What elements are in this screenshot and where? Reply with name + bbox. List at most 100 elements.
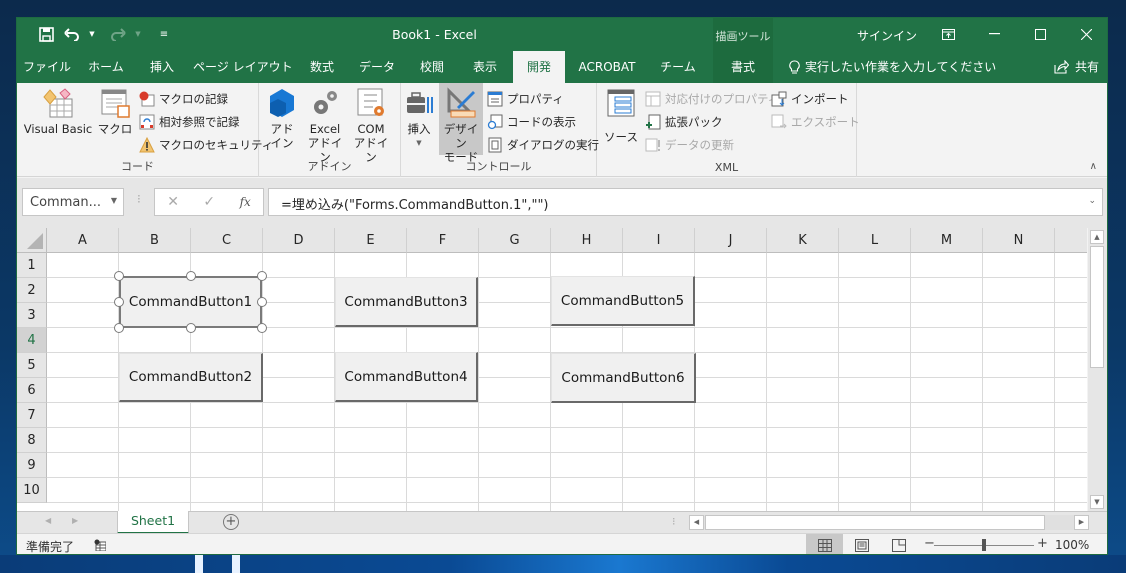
- xml-source-button[interactable]: ソース: [603, 87, 639, 144]
- com-addins-button[interactable]: COM アドイン: [349, 87, 393, 164]
- row-header-2[interactable]: 2: [17, 278, 47, 303]
- tab-insert[interactable]: 挿入: [141, 51, 183, 83]
- share-button[interactable]: 共有: [1054, 51, 1099, 83]
- scroll-up-icon[interactable]: ▲: [1090, 230, 1104, 244]
- name-box[interactable]: Comman... ▼: [22, 188, 124, 216]
- column-header-b[interactable]: B: [119, 228, 191, 253]
- expand-formula-bar-icon[interactable]: ⌄: [1088, 196, 1096, 206]
- horizontal-scrollbar[interactable]: ◀ ▶: [689, 515, 1089, 530]
- resize-handle[interactable]: [114, 297, 124, 307]
- name-box-dropdown-icon[interactable]: ▼: [111, 196, 117, 205]
- row-header-10[interactable]: 10: [17, 478, 47, 503]
- minimize-button[interactable]: [971, 21, 1017, 47]
- column-header-e[interactable]: E: [335, 228, 407, 253]
- resize-handle[interactable]: [185, 271, 196, 281]
- column-header-l[interactable]: L: [839, 228, 911, 253]
- macro-recording-icon[interactable]: [94, 539, 106, 551]
- sheet-tab-sheet1[interactable]: Sheet1: [117, 511, 189, 534]
- resize-handle[interactable]: [114, 323, 124, 333]
- tab-home[interactable]: ホーム: [81, 51, 131, 83]
- zoom-in-button[interactable]: +: [1037, 536, 1048, 551]
- tab-team[interactable]: チーム: [651, 51, 705, 83]
- zoom-level[interactable]: 100%: [1055, 538, 1089, 552]
- vertical-scroll-thumb[interactable]: [1090, 246, 1104, 368]
- close-button[interactable]: [1063, 21, 1107, 47]
- tab-splitter[interactable]: ⁝: [672, 515, 676, 528]
- tell-me-box[interactable]: 実行したい作業を入力してください: [789, 51, 996, 83]
- column-header-c[interactable]: C: [191, 228, 263, 253]
- visual-basic-button[interactable]: Visual Basic: [23, 87, 93, 136]
- row-header-4[interactable]: 4: [17, 328, 47, 353]
- expansion-packs-button[interactable]: 拡張パック: [645, 112, 723, 132]
- tab-format[interactable]: 書式: [713, 51, 773, 83]
- column-header-m[interactable]: M: [911, 228, 983, 253]
- tab-review[interactable]: 校閲: [411, 51, 453, 83]
- command-button-5[interactable]: CommandButton5: [551, 276, 695, 326]
- zoom-slider-thumb[interactable]: [982, 539, 986, 551]
- row-header-6[interactable]: 6: [17, 378, 47, 403]
- tab-view[interactable]: 表示: [463, 51, 507, 83]
- record-macro-button[interactable]: マクロの記録: [139, 89, 228, 109]
- macro-security-button[interactable]: マクロのセキュリティ: [139, 135, 273, 155]
- vertical-scrollbar[interactable]: ▲ ▼: [1088, 228, 1107, 511]
- resize-handle[interactable]: [185, 323, 196, 333]
- confirm-entry-icon[interactable]: ✓: [203, 194, 215, 210]
- select-all-button[interactable]: [17, 228, 47, 253]
- tab-file[interactable]: ファイル: [23, 51, 71, 83]
- normal-view-button[interactable]: [806, 534, 843, 554]
- cancel-entry-icon[interactable]: ✕: [167, 194, 179, 210]
- tab-data[interactable]: データ: [353, 51, 401, 83]
- row-header-5[interactable]: 5: [17, 353, 47, 378]
- maximize-button[interactable]: [1017, 21, 1063, 47]
- column-header-a[interactable]: A: [47, 228, 119, 253]
- column-header-g[interactable]: G: [479, 228, 551, 253]
- view-code-button[interactable]: コードの表示: [487, 112, 576, 132]
- insert-control-button[interactable]: 挿入 ▼: [403, 87, 435, 150]
- page-layout-view-button[interactable]: [843, 534, 880, 554]
- command-button-4[interactable]: CommandButton4: [335, 352, 478, 402]
- horizontal-scroll-thumb[interactable]: [705, 515, 1045, 530]
- tab-formulas[interactable]: 数式: [301, 51, 343, 83]
- formula-input[interactable]: =埋め込み("Forms.CommandButton.1","") ⌄: [268, 188, 1103, 216]
- command-button-6[interactable]: CommandButton6: [551, 353, 696, 403]
- resize-handle[interactable]: [257, 323, 267, 333]
- column-header-k[interactable]: K: [767, 228, 839, 253]
- zoom-out-button[interactable]: −: [924, 536, 935, 551]
- column-header-h[interactable]: H: [551, 228, 623, 253]
- formula-bar-splitter[interactable]: ⁝: [137, 192, 141, 206]
- resize-handle[interactable]: [257, 297, 267, 307]
- macros-button[interactable]: マクロ: [97, 87, 133, 136]
- row-header-7[interactable]: 7: [17, 403, 47, 428]
- page-break-view-button[interactable]: [880, 534, 917, 554]
- previous-sheet-icon[interactable]: ◀: [45, 516, 51, 525]
- scroll-right-icon[interactable]: ▶: [1074, 515, 1089, 530]
- column-header-d[interactable]: D: [263, 228, 335, 253]
- resize-handle[interactable]: [114, 271, 124, 281]
- relative-references-button[interactable]: 相対参照で記録: [139, 112, 240, 132]
- command-button-3[interactable]: CommandButton3: [335, 277, 478, 327]
- insert-function-icon[interactable]: fx: [240, 195, 251, 209]
- signin-link[interactable]: サインイン: [857, 27, 917, 44]
- tab-developer[interactable]: 開発: [513, 51, 565, 83]
- row-header-1[interactable]: 1: [17, 253, 47, 278]
- next-sheet-icon[interactable]: ▶: [72, 516, 78, 525]
- ribbon-display-options-button[interactable]: [925, 21, 971, 47]
- addins-button[interactable]: アド イン: [267, 87, 297, 150]
- column-header-f[interactable]: F: [407, 228, 479, 253]
- tab-page-layout[interactable]: ページ レイアウト: [193, 51, 293, 83]
- row-header-3[interactable]: 3: [17, 303, 47, 328]
- worksheet-grid[interactable]: A B C D E F G H I J K L M N 1 2 3 4 5 6 7 8 9 10 CommandButton1 C…: [17, 228, 1087, 511]
- scroll-left-icon[interactable]: ◀: [689, 515, 704, 530]
- excel-addins-button[interactable]: Excel アドイン: [303, 87, 347, 164]
- row-header-9[interactable]: 9: [17, 453, 47, 478]
- resize-handle[interactable]: [257, 271, 267, 281]
- xml-import-button[interactable]: インポート: [771, 89, 849, 109]
- column-header-i[interactable]: I: [623, 228, 695, 253]
- collapse-ribbon-icon[interactable]: ∧: [1090, 161, 1097, 172]
- column-header-n[interactable]: N: [983, 228, 1055, 253]
- add-sheet-icon[interactable]: +: [223, 514, 239, 530]
- column-header-o[interactable]: [1055, 228, 1087, 253]
- command-button-1[interactable]: CommandButton1: [119, 276, 262, 328]
- column-header-j[interactable]: J: [695, 228, 767, 253]
- run-dialog-button[interactable]: ダイアログの実行: [487, 135, 599, 155]
